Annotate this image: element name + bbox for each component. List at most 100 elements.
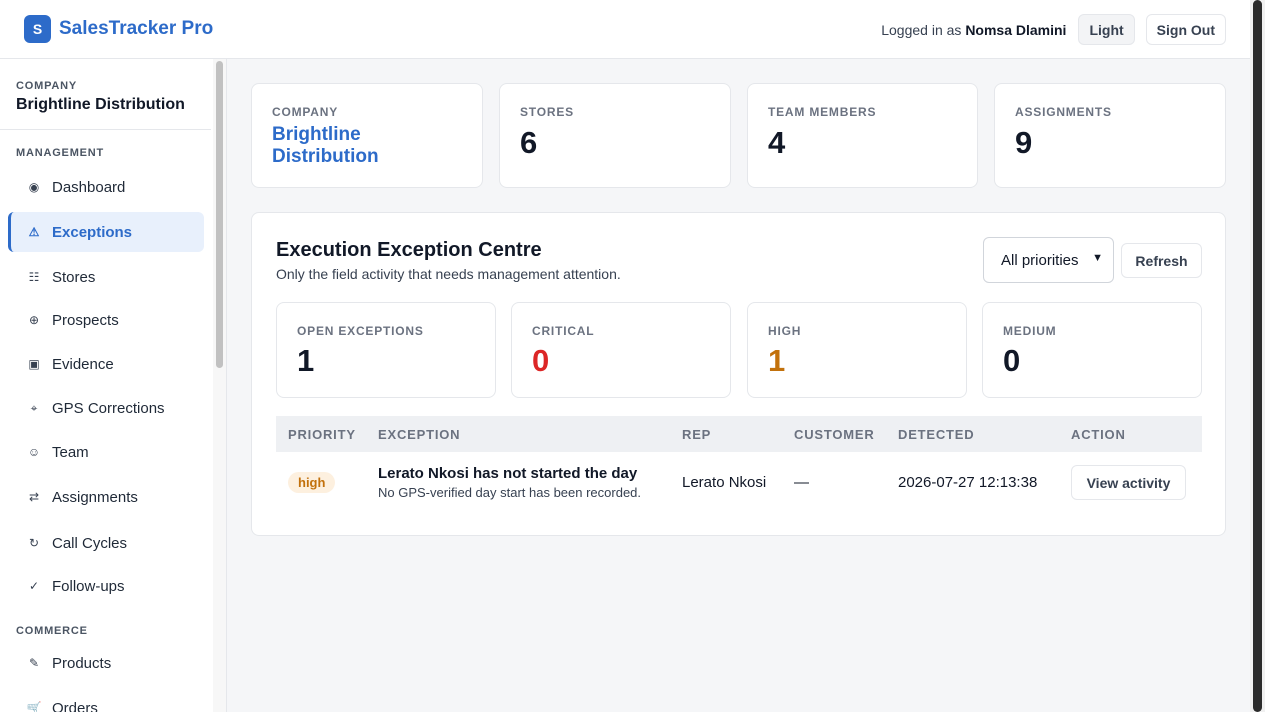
sidebar-item-follow-ups[interactable]: ✓ Follow-ups — [8, 566, 204, 606]
image-icon: ▣ — [28, 357, 40, 371]
cycle-icon: ↻ — [28, 536, 40, 550]
sidebar-item-team[interactable]: ☺ Team — [8, 432, 204, 472]
detected-timestamp: 2026-07-27 12:13:38 — [898, 474, 1038, 491]
stat-value-high: 1 — [768, 343, 786, 378]
stat-label: TEAM MEMBERS — [768, 105, 877, 119]
sidebar-item-label: Orders — [52, 699, 98, 712]
table-row: high Lerato Nkosi has not started the da… — [276, 452, 1202, 514]
logged-in-text: Logged in as Nomsa Dlamini — [881, 22, 1066, 38]
header-actions: Logged in as Nomsa Dlamini Light Sign Ou… — [881, 14, 1226, 45]
stat-label: HIGH — [768, 324, 802, 338]
section-label-commerce: COMMERCE — [16, 625, 88, 637]
exceptions-table-header: PRIORITY EXCEPTION REP CUSTOMER DETECTED… — [276, 416, 1202, 452]
sign-out-button[interactable]: Sign Out — [1145, 14, 1226, 45]
priority-badge: high — [288, 472, 336, 493]
tag-icon: ✎ — [28, 656, 40, 670]
column-header-customer: CUSTOMER — [794, 427, 875, 442]
brand-logo: S — [24, 15, 51, 43]
stat-value: 9 — [1015, 125, 1033, 160]
warning-icon: ⚠ — [28, 225, 40, 239]
exception-centre-panel: Execution Exception Centre Only the fiel… — [251, 212, 1226, 536]
exception-title: Lerato Nkosi has not started the day — [378, 465, 638, 482]
brand[interactable]: S SalesTracker Pro — [24, 15, 213, 43]
sidebar-item-stores[interactable]: ☷ Stores — [8, 257, 204, 297]
chevron-down-icon: ▼ — [1092, 252, 1103, 264]
sidebar-scrollbar[interactable] — [213, 59, 226, 712]
stat-label: ASSIGNMENTS — [1015, 105, 1112, 119]
sidebar-item-label: Exceptions — [52, 223, 133, 241]
sidebar-item-gps-corrections[interactable]: ⌖ GPS Corrections — [8, 388, 204, 428]
stat-label: STORES — [520, 105, 574, 119]
stat-label: OPEN EXCEPTIONS — [297, 324, 424, 338]
sidebar-item-call-cycles[interactable]: ↻ Call Cycles — [8, 523, 204, 563]
count-card-open: OPEN EXCEPTIONS 1 — [276, 302, 496, 398]
sidebar-item-label: Stores — [52, 268, 96, 286]
column-header-rep: REP — [682, 427, 712, 442]
stat-card-team-members: TEAM MEMBERS 4 — [747, 83, 978, 188]
sidebar-item-label: Call Cycles — [52, 534, 128, 552]
column-header-detected: DETECTED — [898, 427, 975, 442]
column-header-priority: PRIORITY — [288, 427, 356, 442]
stat-value: 0 — [1003, 343, 1021, 378]
sidebar-item-orders[interactable]: 🛒 Orders — [8, 688, 204, 712]
sidebar-item-prospects[interactable]: ⊕ Prospects — [8, 300, 204, 340]
sidebar-company-label: COMPANY — [16, 80, 78, 92]
page-scrollbar[interactable] — [1250, 0, 1265, 712]
stat-value: 4 — [768, 125, 786, 160]
stat-label: CRITICAL — [532, 324, 595, 338]
user-name: Nomsa Dlamini — [965, 21, 1067, 38]
section-label-management: MANAGEMENT — [16, 147, 105, 159]
app-header: S SalesTracker Pro Logged in as Nomsa Dl… — [0, 0, 1250, 59]
column-header-action: ACTION — [1071, 427, 1126, 442]
sidebar-item-products[interactable]: ✎ Products — [8, 643, 204, 683]
stat-card-assignments: ASSIGNMENTS 9 — [994, 83, 1226, 188]
stat-value: 6 — [520, 125, 538, 160]
theme-toggle-button[interactable]: Light — [1078, 14, 1135, 45]
count-card-critical: CRITICAL 0 — [511, 302, 731, 398]
page-scrollbar-thumb[interactable] — [1253, 0, 1262, 712]
count-card-medium: MEDIUM 0 — [982, 302, 1202, 398]
crosshair-icon: ⌖ — [30, 400, 38, 415]
count-card-high: HIGH 1 — [747, 302, 967, 398]
panel-title: Execution Exception Centre — [276, 239, 542, 261]
swap-arrows-icon: ⇄ — [28, 490, 40, 504]
check-icon: ✓ — [28, 579, 40, 593]
stat-value-critical: 0 — [532, 343, 550, 378]
exception-description: No GPS-verified day start has been recor… — [378, 485, 642, 500]
sidebar-company-name: Brightline Distribution — [16, 96, 185, 113]
priority-filter-value: All priorities — [1001, 251, 1079, 269]
view-activity-button[interactable]: View activity — [1071, 465, 1186, 500]
app-title: SalesTracker Pro — [59, 18, 214, 39]
sidebar-item-evidence[interactable]: ▣ Evidence — [8, 344, 204, 384]
priority-filter-select[interactable]: All priorities ▼ — [983, 237, 1114, 283]
dashboard-icon: ◉ — [28, 180, 40, 194]
sidebar-item-dashboard[interactable]: ◉ Dashboard — [8, 167, 204, 207]
sidebar-item-label: Products — [52, 654, 112, 672]
stat-card-company: COMPANY Brightline Distribution — [251, 83, 483, 188]
stat-company-value: Brightline Distribution — [272, 124, 379, 167]
panel-subtitle: Only the field activity that needs manag… — [276, 266, 621, 282]
sidebar-item-label: Follow-ups — [52, 577, 125, 595]
sidebar-item-label: Team — [52, 443, 89, 461]
sidebar-item-exceptions[interactable]: ⚠ Exceptions — [8, 212, 204, 252]
sidebar-item-assignments[interactable]: ⇄ Assignments — [8, 477, 204, 517]
refresh-button[interactable]: Refresh — [1121, 243, 1202, 278]
column-header-exception: EXCEPTION — [378, 427, 461, 442]
stat-value: 1 — [297, 343, 315, 378]
sidebar-item-label: Assignments — [52, 488, 138, 506]
sidebar: COMPANY Brightline Distribution MANAGEME… — [0, 59, 227, 712]
team-icon: ☺ — [27, 445, 41, 459]
stat-label: MEDIUM — [1003, 324, 1057, 338]
store-list-icon: ☷ — [28, 270, 40, 284]
sidebar-item-label: GPS Corrections — [52, 399, 165, 417]
rep-name: Lerato Nkosi — [682, 474, 767, 491]
cart-icon: 🛒 — [26, 701, 42, 712]
logged-in-prefix: Logged in as — [881, 21, 962, 38]
sidebar-item-label: Evidence — [52, 355, 114, 373]
sidebar-item-label: Dashboard — [52, 178, 126, 196]
customer-value: — — [794, 474, 809, 491]
sidebar-scrollbar-thumb[interactable] — [216, 61, 223, 368]
stat-card-stores: STORES 6 — [499, 83, 731, 188]
stat-label: COMPANY — [272, 105, 339, 119]
plus-circle-icon: ⊕ — [28, 313, 40, 327]
